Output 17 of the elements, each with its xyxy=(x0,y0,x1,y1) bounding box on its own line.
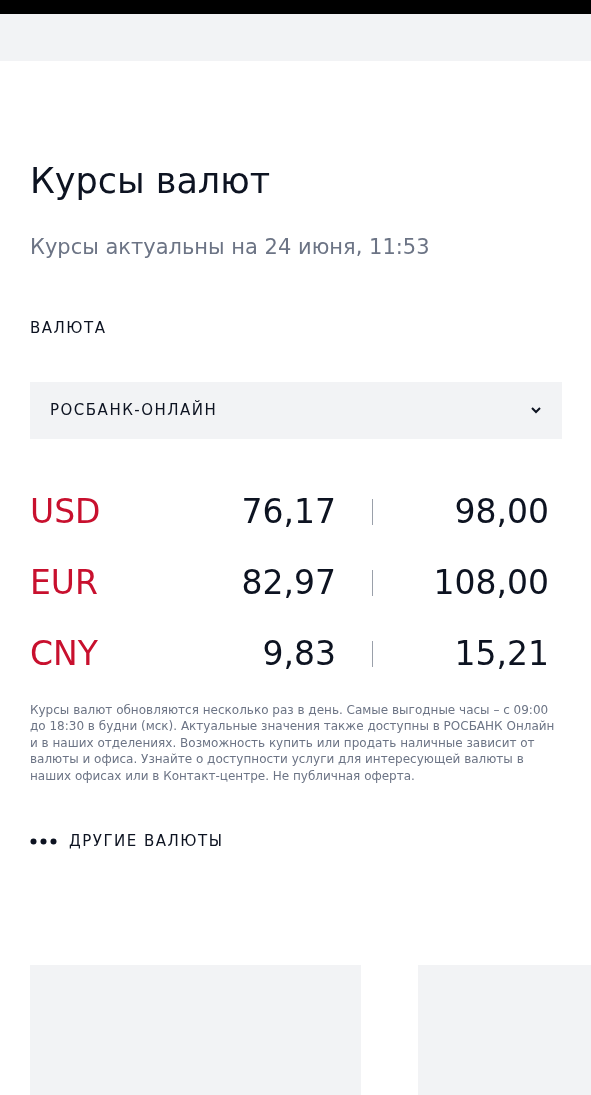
dots-icon xyxy=(30,837,57,845)
chevron-down-icon xyxy=(530,406,542,414)
currency-code: EUR xyxy=(30,562,99,605)
sell-rate: 98,00 xyxy=(453,491,550,534)
channel-dropdown[interactable]: РОСБАНК-ОНЛАЙН xyxy=(30,381,562,439)
buy-rate: 76,17 xyxy=(240,491,336,534)
sell-rate: 15,21 xyxy=(453,633,550,676)
currency-label: ВАЛЮТА xyxy=(30,318,108,339)
buy-rate: 82,97 xyxy=(240,562,336,605)
currency-code: USD xyxy=(30,491,102,534)
page-title: Курсы валют xyxy=(30,160,272,203)
buy-rate: 9,83 xyxy=(261,633,336,676)
rates-timestamp: Курсы актуальны на 24 июня, 11:53 xyxy=(30,234,431,261)
sell-rate: 108,00 xyxy=(432,562,550,605)
other-currencies-link[interactable]: ДРУГИЕ ВАЛЮТЫ xyxy=(30,830,224,853)
currency-code: CNY xyxy=(30,633,99,676)
disclaimer-text: Курсы валют обновляются несколько раз в день. Самые выгодные часы – с 09:00 до 18:30 в будни (мск). Актуальные значения также доступны в РОСБАНК Онлайн и в наших отделениях. Возможность купить или продать наличные зависит от валюты и офиса. Узнайте о доступности услуги для интересующей валюты в наших офисах или в Контакт-центре. Не публичная оферта. xyxy=(30,701,556,784)
